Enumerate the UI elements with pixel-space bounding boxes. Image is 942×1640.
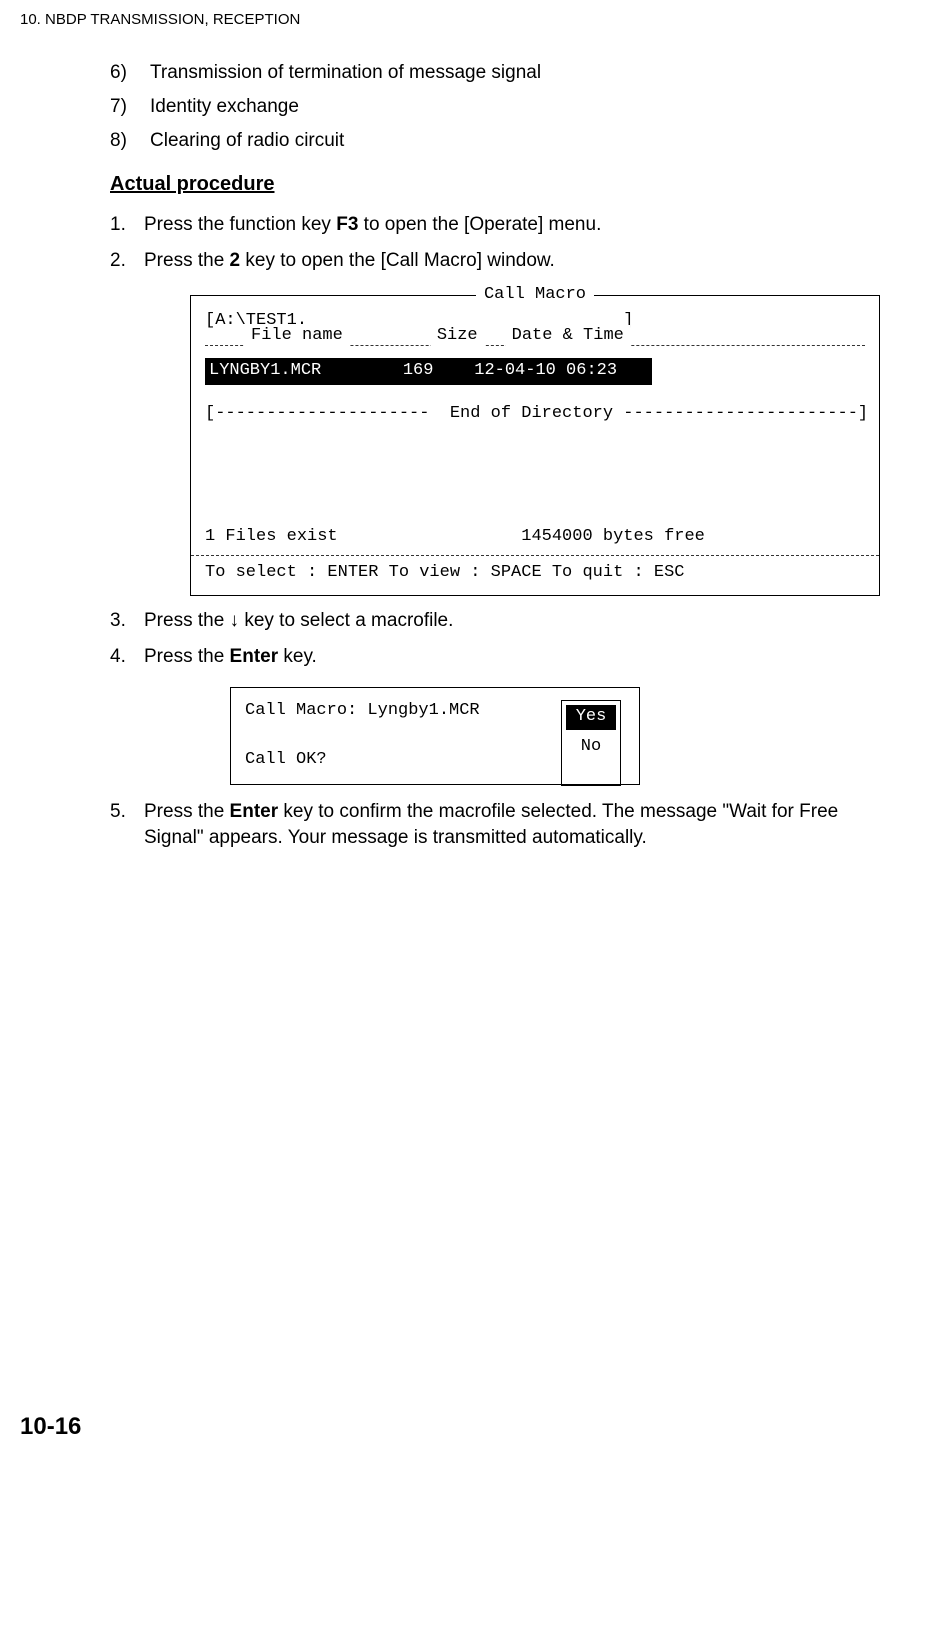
col-date-time: Date & Time: [506, 325, 630, 348]
text-fragment: Press the: [144, 646, 230, 667]
step-2: 2.Press the 2 key to open the [Call Macr…: [110, 248, 902, 274]
step-number: 1.: [110, 212, 144, 238]
body-content: 6)Transmission of termination of message…: [110, 60, 902, 850]
column-header-divider: File name Size Date & Time: [205, 335, 865, 346]
yes-button[interactable]: Yes: [566, 705, 617, 730]
step-number: 2.: [110, 248, 144, 274]
text-fragment: to open the [Operate] menu.: [358, 214, 601, 235]
yes-no-group: Yes No: [561, 700, 621, 786]
file-row-selected[interactable]: LYNGBY1.MCR 169 12-04-10 06:23: [205, 358, 865, 385]
item-number: 6): [110, 60, 150, 86]
text-fragment: key to open the [Call Macro] window.: [240, 250, 555, 271]
step-1: 1.Press the function key F3 to open the …: [110, 212, 902, 238]
step-text: Press the function key F3 to open the [O…: [144, 214, 601, 235]
options-box: Yes No: [561, 700, 621, 786]
text-fragment: key.: [278, 646, 317, 667]
step-number: 3.: [110, 608, 144, 634]
status-line: 1 Files exist 1454000 bytes free: [205, 526, 865, 549]
item-number: 8): [110, 128, 150, 154]
key-name: Enter: [230, 646, 279, 667]
item-number: 7): [110, 94, 150, 120]
window-title: Call Macro: [476, 284, 594, 307]
confirm-dialog: Call Macro: Lyngby1.MCR Call OK? Yes No: [230, 687, 640, 785]
step-4: 4.Press the Enter key.: [110, 644, 902, 670]
step-number: 5.: [110, 799, 144, 850]
step-5: 5. Press the Enter key to confirm the ma…: [110, 799, 902, 850]
col-size: Size: [431, 325, 484, 348]
text-fragment: Press the: [144, 801, 230, 822]
step-text: Press the Enter key to confirm the macro…: [144, 799, 902, 850]
key-name: Enter: [230, 801, 279, 822]
item-text: Transmission of termination of message s…: [150, 62, 541, 83]
list-item-8: 8)Clearing of radio circuit: [110, 128, 902, 154]
file-row-text: LYNGBY1.MCR 169 12-04-10 06:23: [205, 358, 652, 385]
text-fragment: Press the: [144, 250, 230, 271]
page: 10. NBDP TRANSMISSION, RECEPTION 6)Trans…: [0, 0, 942, 1483]
step-text: Press the 2 key to open the [Call Macro]…: [144, 250, 555, 271]
list-item-6: 6)Transmission of termination of message…: [110, 60, 902, 86]
help-line: To select : ENTER To view : SPACE To qui…: [191, 555, 879, 585]
col-file-name: File name: [245, 325, 349, 348]
item-text: Identity exchange: [150, 96, 299, 117]
key-name: F3: [336, 214, 358, 235]
no-button[interactable]: No: [562, 736, 620, 759]
chapter-header: 10. NBDP TRANSMISSION, RECEPTION: [20, 10, 902, 30]
page-number: 10-16: [20, 1411, 902, 1443]
section-heading: Actual procedure: [110, 171, 902, 198]
step-number: 4.: [110, 644, 144, 670]
step-3: 3.Press the ↓ key to select a macrofile.: [110, 608, 902, 634]
text-fragment: Press the function key: [144, 214, 336, 235]
call-macro-window: Call Macro [A:\TEST1. ] File name Size D…: [190, 295, 880, 596]
list-item-7: 7)Identity exchange: [110, 94, 902, 120]
step-text: Press the ↓ key to select a macrofile.: [144, 610, 453, 631]
item-text: Clearing of radio circuit: [150, 130, 344, 151]
step-text: Press the Enter key.: [144, 646, 317, 667]
end-of-directory: [--------------------- End of Directory …: [205, 403, 865, 426]
key-name: 2: [230, 250, 241, 271]
